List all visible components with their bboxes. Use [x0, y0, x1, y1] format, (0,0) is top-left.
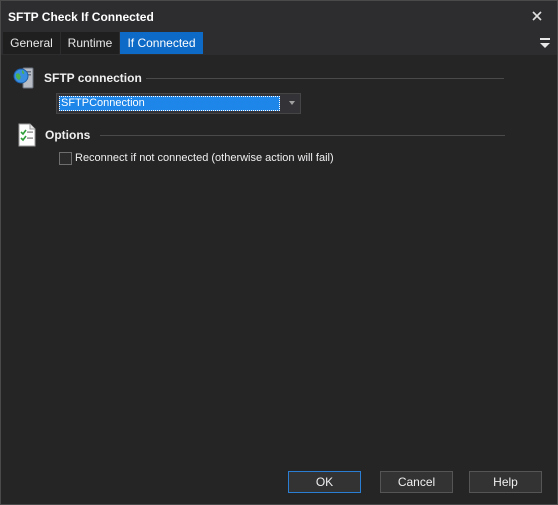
help-button[interactable]: Help	[469, 471, 542, 493]
server-globe-icon	[13, 67, 34, 89]
window-title: SFTP Check If Connected	[8, 10, 154, 24]
tab-content: SFTP connection SFTPConnection Options R…	[1, 55, 557, 504]
tab-strip: General Runtime If Connected	[1, 31, 557, 55]
hamburger-menu-icon[interactable]	[539, 36, 551, 50]
checklist-icon	[18, 123, 36, 147]
section-divider	[146, 78, 504, 79]
reconnect-checkbox[interactable]	[59, 152, 72, 165]
section-divider	[100, 135, 505, 136]
dialog-window: SFTP Check If Connected General Runtime …	[0, 0, 558, 505]
sftp-connection-dropdown[interactable]: SFTPConnection	[56, 93, 301, 114]
tab-general[interactable]: General	[3, 32, 60, 54]
section-title-sftp-connection: SFTP connection	[44, 71, 142, 85]
close-icon	[532, 11, 542, 21]
reconnect-checkbox-label[interactable]: Reconnect if not connected (otherwise ac…	[75, 152, 334, 164]
ok-button[interactable]: OK	[288, 471, 361, 493]
dropdown-selected-value: SFTPConnection	[59, 96, 280, 111]
title-bar: SFTP Check If Connected	[1, 1, 557, 31]
tab-if-connected[interactable]: If Connected	[120, 32, 203, 54]
cancel-button[interactable]: Cancel	[380, 471, 453, 493]
close-button[interactable]	[527, 6, 547, 26]
tab-runtime[interactable]: Runtime	[61, 32, 119, 54]
chevron-down-icon[interactable]	[289, 101, 295, 105]
section-title-options: Options	[45, 128, 91, 142]
